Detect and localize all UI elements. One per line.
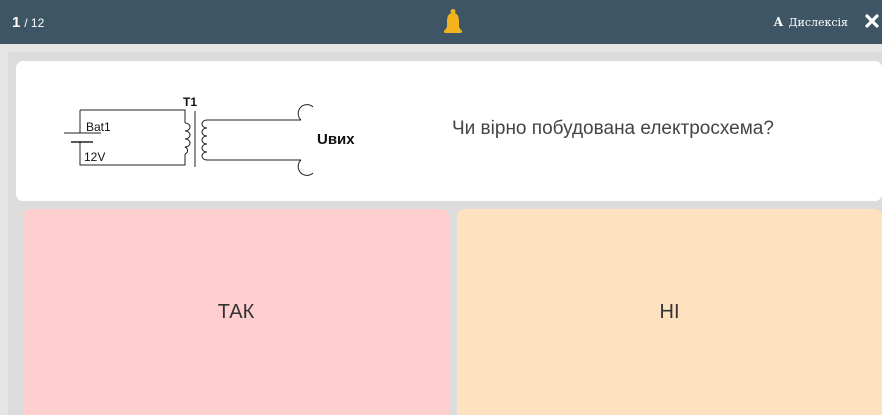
close-icon[interactable] (864, 13, 880, 29)
secondary-coil (201, 119, 208, 161)
output-voltage-label: Uвих (317, 131, 355, 148)
question-counter: 1 / 12 (12, 14, 44, 31)
question-card: Bat1 12V T1 Uвих Чи вірно побудована еле… (16, 61, 882, 201)
dyslexia-toggle[interactable]: A Дислексія (774, 15, 848, 29)
dyslexia-glyph: A (773, 15, 784, 29)
answer-no-button[interactable]: НІ (457, 209, 882, 415)
primary-coil (184, 122, 191, 155)
total-questions: / 12 (24, 16, 45, 30)
circuit-schematic: Bat1 12V T1 Uвих (64, 95, 355, 176)
voltage-label: 12V (84, 150, 105, 164)
battery-label: Bat1 (86, 120, 111, 134)
transformer-label: T1 (183, 95, 197, 109)
question-text: Чи вірно побудована електросхема? (452, 118, 774, 139)
answer-yes-button[interactable]: ТАК (23, 209, 449, 415)
current-question-number: 1 (12, 14, 21, 31)
bell-icon[interactable] (442, 8, 464, 36)
dyslexia-label: Дислексія (788, 16, 848, 29)
output-terminal-top (297, 104, 314, 121)
top-bar: 1 / 12 A Дислексія (0, 0, 882, 44)
output-terminal-bottom (297, 159, 314, 176)
